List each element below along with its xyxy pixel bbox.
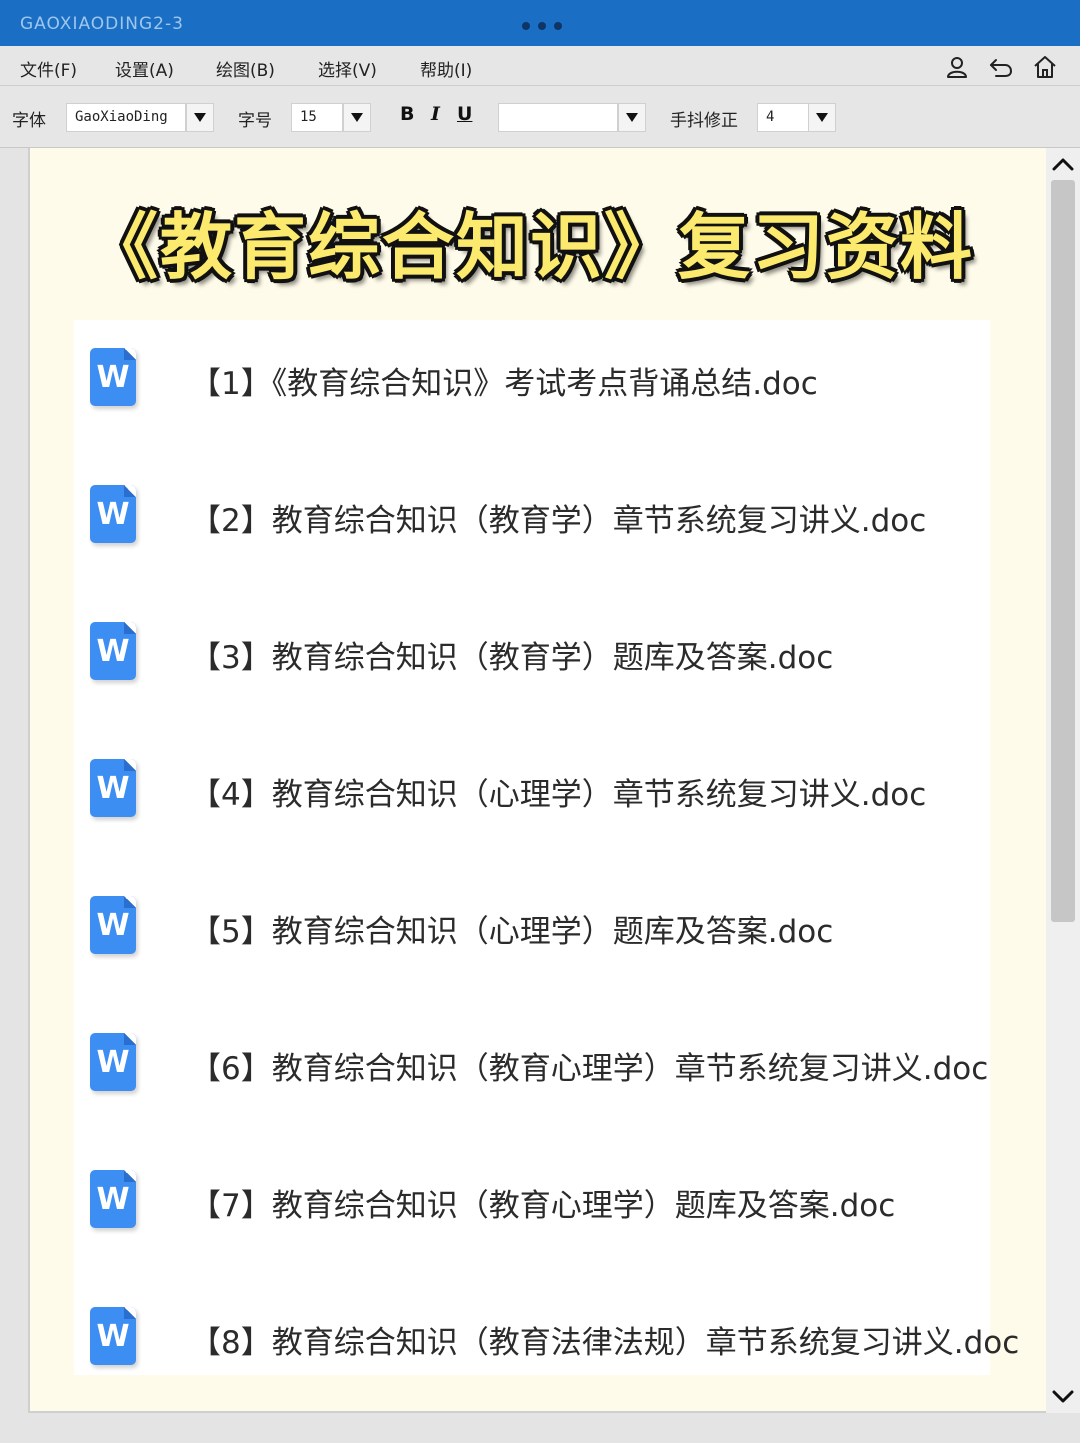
color-select[interactable] bbox=[498, 103, 618, 132]
word-doc-icon: W bbox=[90, 896, 136, 954]
jitter-select[interactable]: 4 bbox=[757, 103, 809, 132]
jitter-dropdown-icon[interactable] bbox=[808, 103, 836, 132]
word-doc-icon: W bbox=[90, 1033, 136, 1091]
scroll-down-icon[interactable] bbox=[1050, 1385, 1076, 1409]
vertical-scrollbar[interactable] bbox=[1046, 148, 1080, 1413]
word-doc-icon: W bbox=[90, 1307, 136, 1365]
underline-button[interactable]: U bbox=[457, 103, 472, 125]
file-item[interactable]: W 【5】教育综合知识（心理学）题库及答案.doc bbox=[74, 878, 990, 958]
file-name: 【3】教育综合知识（教育学）题库及答案.doc bbox=[190, 640, 834, 676]
word-doc-icon: W bbox=[90, 348, 136, 406]
menu-draw[interactable]: 绘图(B) bbox=[216, 56, 275, 81]
file-name: 【1】《教育综合知识》考试考点背诵总结.doc bbox=[190, 366, 818, 402]
menu-bar: 文件(F) 设置(A) 绘图(B) 选择(V) 帮助(I) bbox=[0, 46, 1080, 86]
file-name: 【4】教育综合知识（心理学）章节系统复习讲义.doc bbox=[190, 777, 927, 813]
file-item[interactable]: W 【8】教育综合知识（教育法律法规）章节系统复习讲义.doc bbox=[74, 1289, 1019, 1369]
file-item[interactable]: W 【2】教育综合知识（教育学）章节系统复习讲义.doc bbox=[74, 467, 990, 547]
file-name: 【8】教育综合知识（教育法律法规）章节系统复习讲义.doc bbox=[190, 1325, 1020, 1361]
user-icon[interactable] bbox=[944, 54, 970, 80]
file-list: W 【1】《教育综合知识》考试考点背诵总结.doc W 【2】教育综合知识（教育… bbox=[74, 320, 1019, 1375]
bold-button[interactable]: B bbox=[400, 103, 414, 125]
file-item[interactable]: W 【1】《教育综合知识》考试考点背诵总结.doc bbox=[74, 330, 990, 410]
word-doc-icon: W bbox=[90, 1170, 136, 1228]
scroll-thumb[interactable] bbox=[1051, 180, 1075, 922]
font-dropdown-icon[interactable] bbox=[186, 103, 214, 132]
size-select[interactable]: 15 bbox=[291, 103, 343, 132]
menu-select[interactable]: 选择(V) bbox=[318, 56, 377, 81]
font-select[interactable]: GaoXiaoDing bbox=[66, 103, 186, 132]
font-label: 字体 bbox=[12, 111, 46, 131]
menu-settings[interactable]: 设置(A) bbox=[115, 56, 174, 81]
word-doc-icon: W bbox=[90, 759, 136, 817]
format-toolbar: 字体 GaoXiaoDing 字号 15 B I U 手抖修正 4 bbox=[0, 86, 1080, 148]
color-dropdown-icon[interactable] bbox=[618, 103, 646, 132]
file-name: 【5】教育综合知识（心理学）题库及答案.doc bbox=[190, 914, 834, 950]
size-dropdown-icon[interactable] bbox=[343, 103, 371, 132]
undo-icon[interactable] bbox=[988, 54, 1014, 80]
word-doc-icon: W bbox=[90, 622, 136, 680]
file-item[interactable]: W 【4】教育综合知识（心理学）章节系统复习讲义.doc bbox=[74, 741, 990, 821]
title-bar: GAOXIAODING2-3 bbox=[0, 0, 1080, 46]
jitter-label: 手抖修正 bbox=[670, 111, 738, 131]
menu-help[interactable]: 帮助(I) bbox=[420, 56, 472, 81]
italic-button[interactable]: I bbox=[431, 103, 440, 125]
file-name: 【7】教育综合知识（教育心理学）题库及答案.doc bbox=[190, 1188, 896, 1224]
size-label: 字号 bbox=[238, 111, 272, 131]
more-dots-icon[interactable] bbox=[522, 22, 562, 30]
file-name: 【2】教育综合知识（教育学）章节系统复习讲义.doc bbox=[190, 503, 927, 539]
file-item[interactable]: W 【3】教育综合知识（教育学）题库及答案.doc bbox=[74, 604, 990, 684]
word-doc-icon: W bbox=[90, 485, 136, 543]
scroll-up-icon[interactable] bbox=[1050, 152, 1076, 176]
window-title: GAOXIAODING2-3 bbox=[20, 14, 184, 34]
banner-title: 《教育综合知识》复习资料 bbox=[85, 205, 974, 289]
home-icon[interactable] bbox=[1032, 54, 1058, 80]
file-name: 【6】教育综合知识（教育心理学）章节系统复习讲义.doc bbox=[190, 1051, 989, 1087]
file-item[interactable]: W 【7】教育综合知识（教育心理学）题库及答案.doc bbox=[74, 1152, 990, 1232]
menu-file[interactable]: 文件(F) bbox=[20, 56, 77, 81]
file-item[interactable]: W 【6】教育综合知识（教育心理学）章节系统复习讲义.doc bbox=[74, 1015, 990, 1095]
